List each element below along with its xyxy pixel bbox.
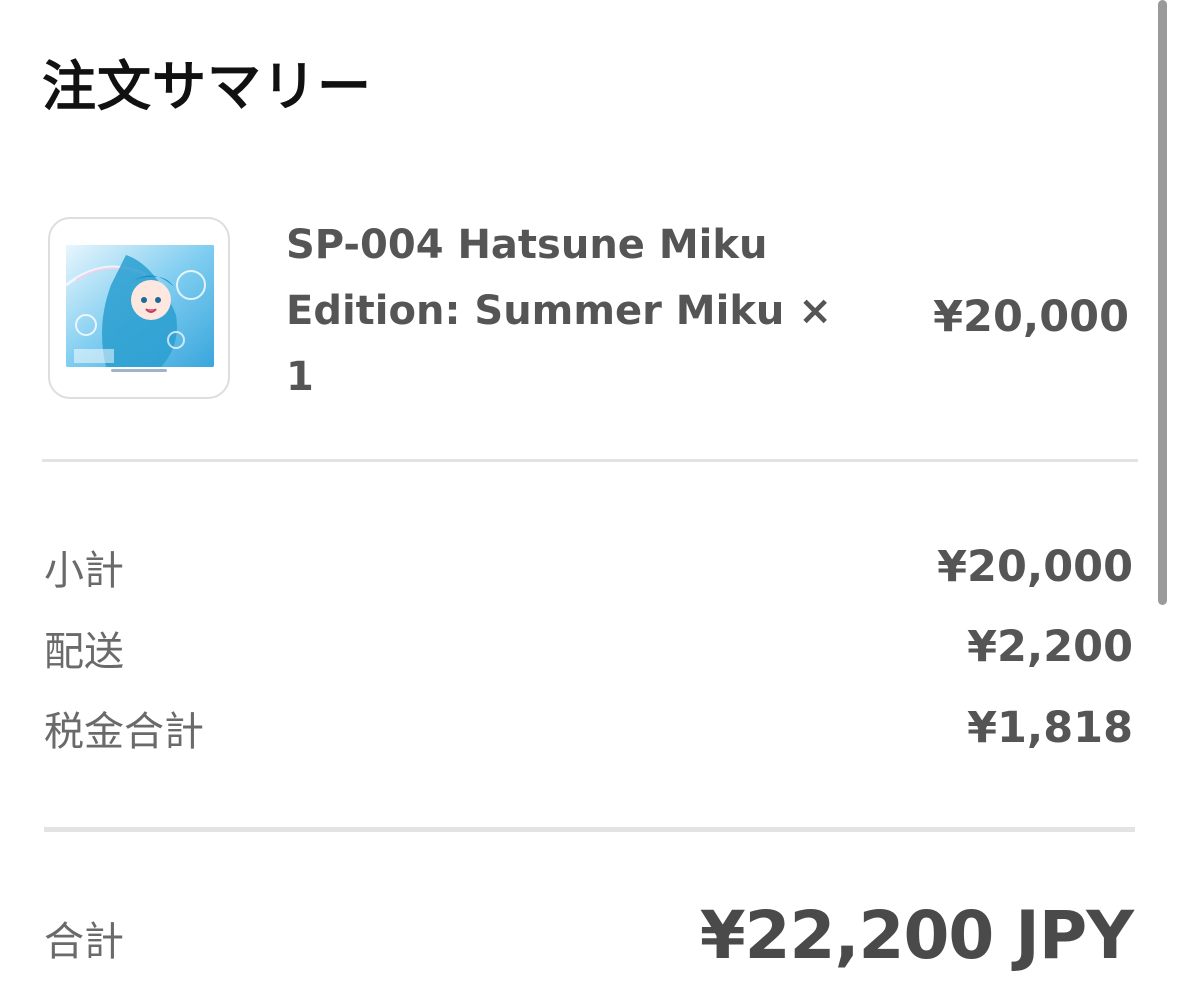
- subtotal-value: ¥20,000: [937, 542, 1133, 592]
- product-price: ¥20,000: [933, 292, 1129, 342]
- total-label: 合計: [44, 919, 124, 965]
- subtotal-label: 小計: [44, 548, 124, 594]
- tax-label: 税金合計: [44, 709, 204, 755]
- product-thumbnail: [48, 217, 230, 399]
- shipping-value: ¥2,200: [967, 622, 1133, 672]
- vertical-scrollbar[interactable]: [1158, 0, 1167, 605]
- order-summary-page: 注文サマリー SP-004 Hatsune Miku Edition: Summ…: [0, 0, 1179, 1005]
- tax-value: ¥1,818: [967, 703, 1133, 753]
- page-title: 注文サマリー: [42, 55, 372, 118]
- product-name: SP-004 Hatsune Miku Edition: Summer Miku…: [286, 222, 832, 400]
- divider: [42, 459, 1138, 462]
- product-artwork-image: [66, 245, 214, 367]
- divider: [44, 827, 1135, 832]
- total-value: ¥22,200 JPY: [699, 897, 1134, 974]
- shipping-label: 配送: [44, 629, 124, 675]
- artwork-credit-mark: [50, 369, 228, 375]
